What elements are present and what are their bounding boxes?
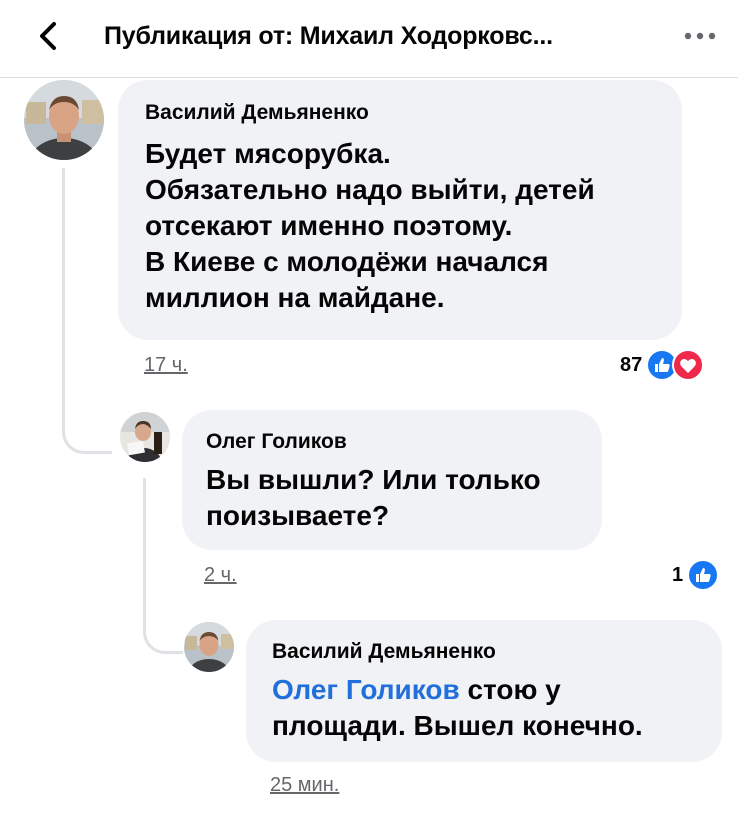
comment-author[interactable]: Василий Демьяненко bbox=[145, 101, 369, 125]
comment-author[interactable]: Олег Голиков bbox=[206, 430, 347, 454]
comment-timestamp[interactable]: 17 ч. bbox=[144, 354, 188, 377]
comment-text-line: Вы вышли? Или только bbox=[206, 464, 541, 495]
reaction-count: 1 bbox=[672, 563, 684, 586]
comment-author[interactable]: Василий Демьяненко bbox=[272, 640, 496, 664]
more-options-button[interactable] bbox=[680, 22, 720, 50]
back-button[interactable] bbox=[30, 16, 70, 56]
chevron-left-icon bbox=[40, 22, 56, 50]
comment-text: Будет мясорубка. Обязательно надо выйти,… bbox=[145, 136, 595, 316]
comment-text-fragment: стою у bbox=[459, 674, 561, 705]
page-title: Публикация от: Михаил Ходорковс... bbox=[104, 22, 553, 50]
comment-timestamp[interactable]: 2 ч. bbox=[204, 564, 237, 587]
reaction-summary[interactable]: 1 bbox=[672, 559, 720, 591]
reaction-summary[interactable]: 87 bbox=[620, 349, 705, 381]
comment-text-line: миллион на майдане. bbox=[145, 282, 445, 313]
comment-text-line: В Киеве с молодёжи начался bbox=[145, 246, 549, 277]
mention-link[interactable]: Олег Голиков bbox=[272, 674, 460, 705]
top-bar: Публикация от: Михаил Ходорковс... bbox=[0, 0, 738, 78]
comment-text-line: поизываете? bbox=[206, 500, 390, 531]
avatar[interactable] bbox=[120, 412, 170, 462]
love-icon bbox=[672, 349, 705, 381]
comment-text: Вы вышли? Или только поизываете? bbox=[206, 462, 541, 534]
comment-text-line: Обязательно надо выйти, детей bbox=[145, 174, 595, 205]
comment-timestamp[interactable]: 25 мин. bbox=[270, 774, 339, 797]
comment-bubble[interactable]: Василий Демьяненко Будет мясорубка. Обяз… bbox=[118, 80, 682, 340]
reaction-count: 87 bbox=[620, 353, 643, 376]
comment-bubble[interactable]: Василий Демьяненко Олег Голиков стою у п… bbox=[246, 620, 722, 762]
like-icon bbox=[687, 559, 720, 591]
avatar[interactable] bbox=[184, 622, 234, 672]
thread-connector-line bbox=[143, 478, 183, 654]
thread-connector-line bbox=[62, 168, 112, 454]
avatar[interactable] bbox=[24, 80, 104, 160]
comment-text-line: отсекают именно поэтому. bbox=[145, 210, 513, 241]
comment-text-line: площади. Вышел конечно. bbox=[272, 710, 643, 741]
comment-text-line: Будет мясорубка. bbox=[145, 138, 391, 169]
comment-bubble[interactable]: Олег Голиков Вы вышли? Или только поизыв… bbox=[182, 410, 602, 550]
more-horizontal-icon bbox=[684, 32, 716, 40]
comment-text-line: Олег Голиков стою у bbox=[272, 672, 643, 708]
comment-text: Олег Голиков стою у площади. Вышел конеч… bbox=[272, 672, 643, 744]
